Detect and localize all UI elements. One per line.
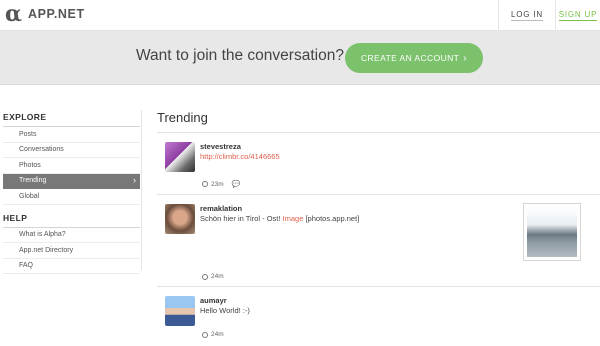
join-banner: Want to join the conversation? CREATE AN… bbox=[0, 31, 600, 85]
post-text: http://climbr.co/4146665 bbox=[200, 152, 280, 161]
alpha-logo-icon: α bbox=[5, 1, 22, 27]
explore-heading: EXPLORE bbox=[3, 112, 140, 127]
post-username[interactable]: stevestreza bbox=[200, 142, 241, 151]
post-meta: 24m bbox=[202, 273, 224, 280]
chevron-right-icon: › bbox=[133, 174, 136, 185]
sidebar-item-label: Posts bbox=[19, 130, 37, 138]
photo-thumbnail[interactable] bbox=[523, 203, 581, 261]
signup-link[interactable]: SIGN UP bbox=[555, 0, 600, 31]
post-username[interactable]: remaklation bbox=[200, 204, 242, 213]
sidebar-item-faq[interactable]: FAQ bbox=[3, 259, 140, 274]
sidebar-item-label: Trending bbox=[19, 177, 47, 185]
sidebar-item-trending[interactable]: Trending › bbox=[3, 173, 140, 189]
sidebar: EXPLORE Posts Conversations Photos Trend… bbox=[3, 112, 140, 274]
sidebar-divider bbox=[141, 110, 142, 270]
sidebar-item-posts[interactable]: Posts bbox=[3, 127, 140, 143]
post-username[interactable]: aumayr bbox=[200, 296, 227, 305]
avatar[interactable] bbox=[165, 204, 195, 234]
page-title: Trending bbox=[157, 110, 208, 125]
top-bar: α APP.NET LOG IN SIGN UP bbox=[0, 0, 600, 31]
post-stream: stevestreza http://climbr.co/4146665 23m… bbox=[157, 132, 600, 346]
account-nav: LOG IN SIGN UP bbox=[498, 0, 600, 31]
chevron-right-icon: › bbox=[463, 52, 467, 64]
post-meta: 23m 💬 bbox=[202, 180, 240, 188]
post-timestamp[interactable]: 23m bbox=[211, 181, 224, 188]
sidebar-item-global[interactable]: Global bbox=[3, 189, 140, 205]
logo-text: APP.NET bbox=[27, 7, 85, 21]
post-text-before: Schön hier in Tirol - Ost! bbox=[200, 214, 283, 223]
sidebar-item-label: FAQ bbox=[19, 262, 34, 270]
avatar[interactable] bbox=[165, 296, 195, 326]
create-account-label: CREATE AN ACCOUNT bbox=[360, 53, 460, 63]
signup-label: SIGN UP bbox=[558, 10, 598, 21]
post-item: aumayr Hello World! :-) 24m bbox=[157, 286, 600, 346]
post-text: Hello World! :-) bbox=[200, 306, 250, 315]
app-logo[interactable]: α APP.NET bbox=[5, 3, 85, 25]
clock-icon bbox=[202, 273, 208, 280]
join-prompt: Want to join the conversation? bbox=[136, 47, 344, 64]
sidebar-item-directory[interactable]: App.net Directory bbox=[3, 243, 140, 259]
post-link[interactable]: http://climbr.co/4146665 bbox=[200, 152, 280, 161]
sidebar-item-label: Conversations bbox=[19, 146, 64, 154]
sidebar-item-label: What is Alpha? bbox=[19, 231, 66, 239]
sidebar-item-conversations[interactable]: Conversations bbox=[3, 143, 140, 158]
sidebar-item-label: App.net Directory bbox=[19, 246, 74, 254]
sidebar-item-label: Photos bbox=[19, 161, 41, 169]
post-timestamp[interactable]: 24m bbox=[211, 273, 224, 280]
mountain-photo bbox=[527, 207, 577, 257]
post-meta: 24m bbox=[202, 331, 224, 338]
sidebar-item-photos[interactable]: Photos bbox=[3, 158, 140, 174]
post-item: remaklation Schön hier in Tirol - Ost! I… bbox=[157, 194, 600, 286]
help-heading: HELP bbox=[3, 213, 140, 228]
avatar[interactable] bbox=[165, 142, 195, 172]
clock-icon bbox=[202, 331, 208, 338]
login-link[interactable]: LOG IN bbox=[498, 0, 555, 31]
create-account-button[interactable]: CREATE AN ACCOUNT › bbox=[345, 43, 483, 73]
post-timestamp[interactable]: 24m bbox=[211, 331, 224, 338]
image-link[interactable]: Image bbox=[283, 214, 304, 223]
post-text: Schön hier in Tirol - Ost! Image [photos… bbox=[200, 214, 359, 223]
post-text-after: [photos.app.net] bbox=[303, 214, 360, 223]
clock-icon bbox=[202, 181, 208, 187]
chat-bubble-icon[interactable]: 💬 bbox=[232, 180, 241, 188]
post-item: stevestreza http://climbr.co/4146665 23m… bbox=[157, 132, 600, 194]
sidebar-item-what-is-alpha[interactable]: What is Alpha? bbox=[3, 228, 140, 243]
login-label: LOG IN bbox=[511, 10, 543, 21]
sidebar-item-label: Global bbox=[19, 192, 40, 200]
